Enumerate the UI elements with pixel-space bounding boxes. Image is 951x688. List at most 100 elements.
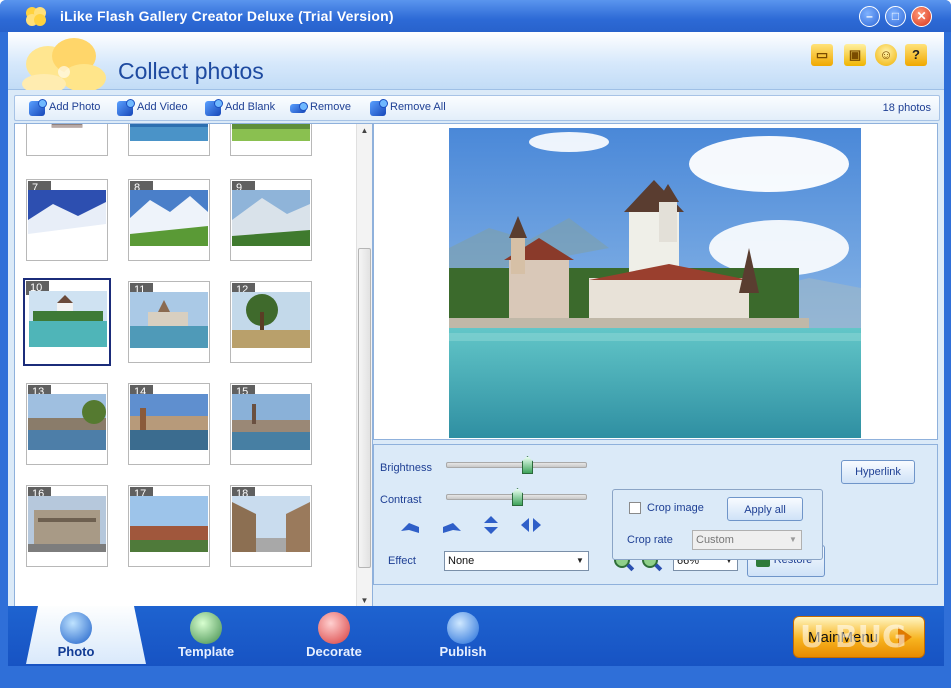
app-logo-icon [26,7,46,26]
title-bar[interactable]: iLike Flash Gallery Creator Deluxe (Tria… [0,0,951,32]
help-icon[interactable]: ? [905,44,927,66]
remove-all-button[interactable]: Remove All [370,99,446,117]
photo-icon [60,612,92,644]
thumbnail[interactable]: 16 [26,485,108,567]
thumbnail[interactable]: 15 [230,383,312,465]
thumbnail-image [28,190,106,246]
photo-count: 18 photos [882,102,931,114]
tab-photo-label: Photo [57,644,95,659]
thumbnail-image [29,291,107,347]
flip-horizontal-icon[interactable] [520,515,542,535]
crop-rate-label: Crop rate [627,534,673,546]
thumbnail-image [232,394,310,450]
remove-button[interactable]: Remove [290,101,351,117]
remove-icon [290,102,308,113]
minimize-button[interactable]: – [859,6,880,27]
thumbnail-image [28,496,106,552]
window-bottom-border [0,666,951,688]
thumbnail-image [130,124,208,141]
contrast-slider-knob[interactable] [512,488,523,506]
apply-all-label: Apply all [744,504,786,516]
save-icon[interactable]: ▣ [844,44,866,66]
flower-logo-icon [22,38,106,90]
thumbnail[interactable]: 18 [230,485,312,567]
rotate-right-icon[interactable] [441,517,463,537]
brightness-slider[interactable] [446,456,587,474]
scroll-up-arrow-icon[interactable]: ▲ [357,124,372,138]
crop-image-checkbox[interactable] [629,502,641,514]
crop-rate-value: Custom [696,534,734,546]
user-icon[interactable]: ☺ [875,44,897,66]
close-icon: ✕ [916,9,927,23]
contrast-slider[interactable] [446,488,587,506]
remove-all-label: Remove All [390,101,446,113]
thumbnail-image [130,394,208,450]
thumbnail[interactable]: 17 [128,485,210,567]
client-area: Collect photos ▭ ▣ ☺ ? Add Photo Add Vid… [8,32,944,611]
close-button[interactable]: ✕ [911,6,932,27]
thumbnail[interactable]: 7 [26,179,108,261]
tab-decorate-label: Decorate [306,644,362,659]
add-photo-label: Add Photo [49,101,101,113]
add-blank-button[interactable]: Add Blank [205,99,276,117]
thumbnail[interactable]: 13 [26,383,108,465]
photo-gallery: 7 8 9 10 11 12 13 14 15 16 17 18 ▲ ▼ [14,123,373,611]
thumbnail[interactable] [230,124,312,156]
apply-all-button[interactable]: Apply all [727,497,803,521]
header: Collect photos ▭ ▣ ☺ ? [8,32,944,90]
thumbnail[interactable]: 14 [128,383,210,465]
add-blank-label: Add Blank [225,101,276,113]
add-video-icon [117,99,135,116]
add-video-button[interactable]: Add Video [117,99,188,117]
thumbnail[interactable] [26,124,108,156]
thumbnail[interactable]: 12 [230,281,312,363]
folder-icon[interactable]: ▭ [811,44,833,66]
publish-globe-icon [447,612,479,644]
brightness-slider-knob[interactable] [522,456,533,474]
thumbnail-image [51,124,83,128]
tab-photo[interactable]: Photo [26,606,126,666]
gallery-scrollbar[interactable]: ▲ ▼ [356,124,372,610]
tab-publish[interactable]: Publish [413,606,513,666]
thumbnail[interactable]: 9 [230,179,312,261]
thumbnail-image [130,190,208,246]
scroll-thumb[interactable] [358,248,371,568]
maximize-icon: □ [891,9,900,23]
maximize-button[interactable]: □ [885,6,906,27]
chevron-down-icon: ▼ [576,556,584,565]
add-photo-icon [29,99,47,116]
chevron-down-icon: ▼ [789,535,797,544]
thumbnail-image [232,496,310,552]
toolbar: Add Photo Add Video Add Blank Remove Rem… [14,95,940,121]
thumbnail[interactable]: 11 [128,281,210,363]
hyperlink-label: Hyperlink [855,466,901,478]
hyperlink-button[interactable]: Hyperlink [841,460,915,484]
thumbnail[interactable]: 8 [128,179,210,261]
contrast-label: Contrast [380,494,422,506]
rotate-left-icon[interactable] [399,517,421,537]
preview-image [449,128,861,438]
crop-rate-select[interactable]: Custom ▼ [692,530,802,550]
photo-preview [373,123,938,440]
remove-all-icon [370,99,388,116]
flip-vertical-icon[interactable] [480,515,502,535]
tab-publish-label: Publish [439,644,487,659]
thumbnail-selected[interactable]: 10 [23,278,111,366]
watermark: U BUG [800,620,907,655]
add-photo-button[interactable]: Add Photo [29,99,101,117]
thumbnail[interactable] [128,124,210,156]
thumbnail-image [232,292,310,348]
effect-select-value: None [448,555,475,567]
tab-template[interactable]: Template [156,606,256,666]
crop-image-label: Crop image [647,502,704,514]
thumbnail-image [130,292,208,348]
effect-label: Effect [388,555,416,567]
effect-select[interactable]: None ▼ [444,551,589,571]
tab-decorate[interactable]: Decorate [284,606,384,666]
thumbnail-image [130,496,208,552]
app-window: iLike Flash Gallery Creator Deluxe (Tria… [0,0,951,688]
thumbnail-image [232,190,310,246]
crop-group: Crop image Apply all Crop rate Custom ▼ [612,489,823,560]
remove-label: Remove [310,101,351,113]
window-title: iLike Flash Gallery Creator Deluxe (Tria… [60,8,394,24]
